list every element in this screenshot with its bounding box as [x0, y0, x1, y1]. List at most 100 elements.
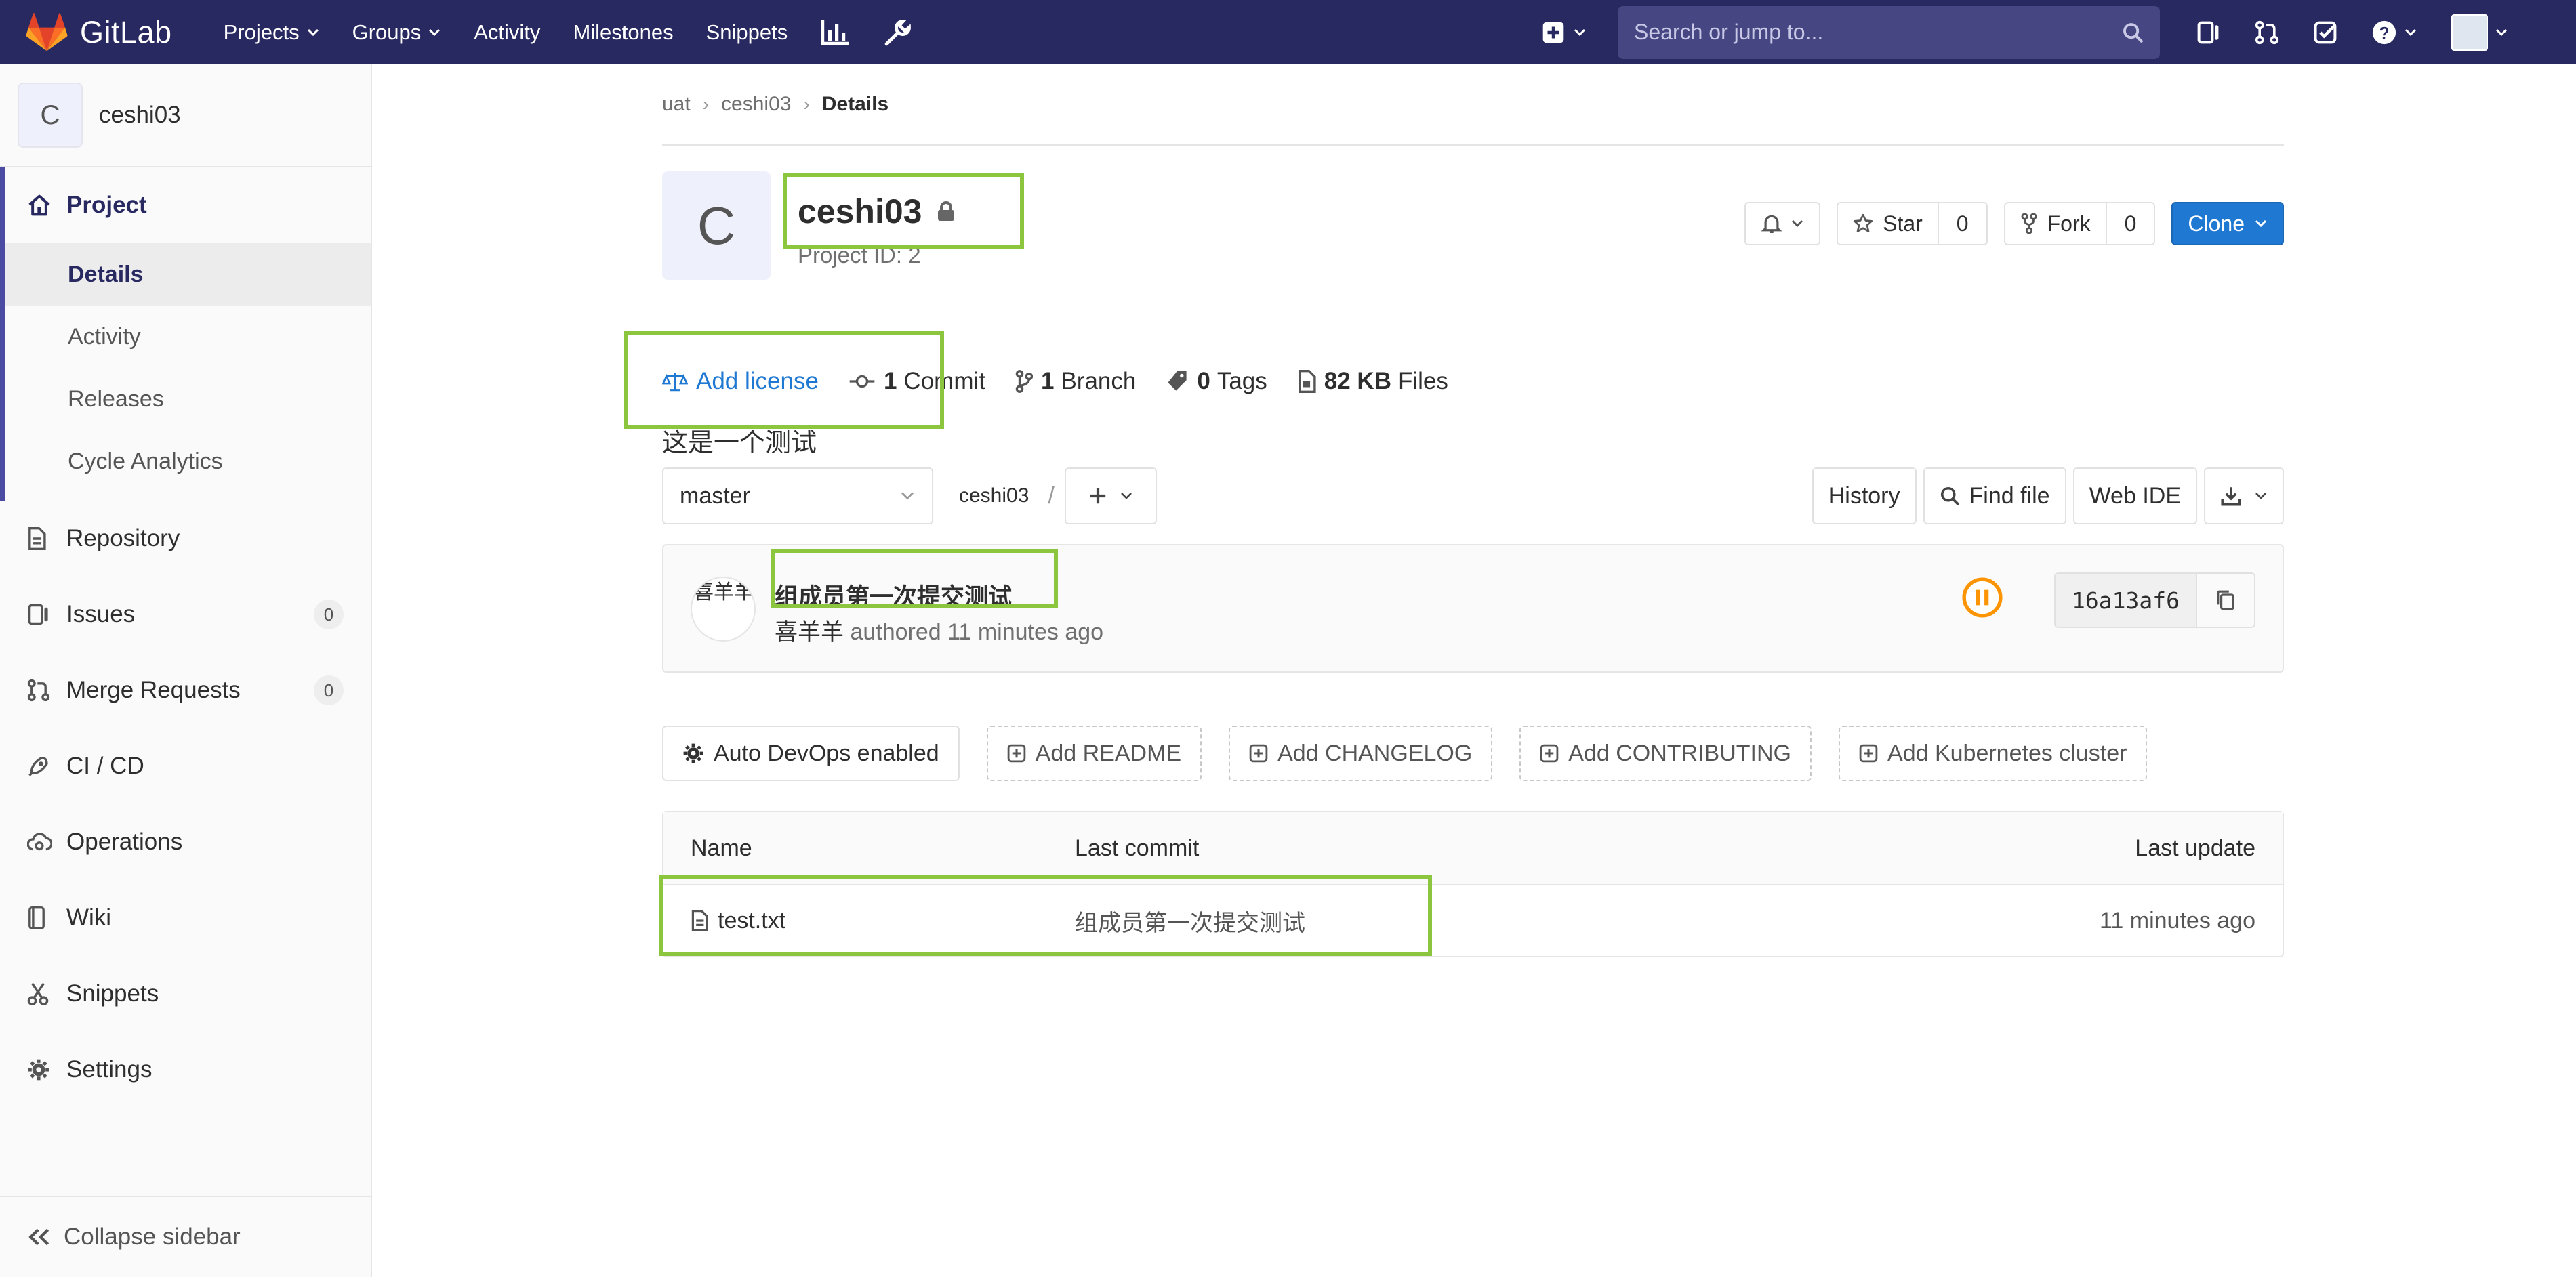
- sidebar-item-label: Settings: [66, 1056, 152, 1083]
- star-count[interactable]: 0: [1938, 202, 1988, 245]
- add-contributing-button[interactable]: Add CONTRIBUTING: [1519, 726, 1812, 781]
- project-avatar: C: [18, 83, 83, 148]
- sidebar-sub-cycle-analytics[interactable]: Cycle Analytics: [5, 430, 371, 493]
- fork-count[interactable]: 0: [2106, 202, 2156, 245]
- branches-link[interactable]: 1 Branch: [1015, 368, 1136, 395]
- sidebar-item-snippets[interactable]: Snippets: [0, 956, 371, 1032]
- merge-request-icon[interactable]: [2255, 20, 2279, 45]
- gear-icon: [682, 742, 704, 764]
- star-icon: [1853, 213, 1873, 234]
- star-button[interactable]: Star: [1837, 202, 1939, 245]
- tree-path-root[interactable]: ceshi03: [959, 484, 1029, 507]
- issues-icon[interactable]: [2196, 20, 2221, 45]
- sidebar-item-merge-requests[interactable]: Merge Requests 0: [0, 652, 371, 728]
- files-size: 82 KB: [1324, 368, 1391, 394]
- tags-link[interactable]: 0 Tags: [1166, 368, 1267, 395]
- sidebar-item-settings[interactable]: Settings: [0, 1032, 371, 1108]
- breadcrumb-separator-icon: ›: [803, 93, 810, 114]
- merge-request-icon: [27, 679, 57, 702]
- header-name: Name: [691, 835, 752, 861]
- branch-dropdown[interactable]: master: [662, 467, 933, 524]
- issues-count-badge: 0: [314, 600, 344, 629]
- commit-author-avatar[interactable]: 喜羊羊: [691, 577, 756, 642]
- help-dropdown[interactable]: ?: [2371, 20, 2417, 45]
- chart-icon[interactable]: [820, 19, 850, 46]
- auto-devops-button[interactable]: Auto DevOps enabled: [662, 726, 960, 781]
- project-quick-actions: Auto DevOps enabled Add README Add CHANG…: [662, 726, 2174, 781]
- search-icon: [2122, 22, 2144, 43]
- path-separator: /: [1048, 482, 1055, 509]
- new-item-dropdown[interactable]: [1542, 21, 1587, 44]
- home-icon: [27, 194, 57, 217]
- nav-snippets[interactable]: Snippets: [706, 20, 788, 45]
- sidebar-item-label: Snippets: [66, 980, 159, 1007]
- commit-sha[interactable]: 16a13af6: [2054, 572, 2197, 628]
- find-file-button[interactable]: Find file: [1923, 467, 2066, 524]
- sidebar-item-label: CI / CD: [66, 753, 144, 779]
- copy-sha-button[interactable]: [2197, 572, 2255, 628]
- chevron-down-icon: [2254, 219, 2268, 228]
- files-link[interactable]: 82 KB Files: [1297, 368, 1448, 395]
- add-to-tree-dropdown[interactable]: [1065, 467, 1157, 524]
- sidebar-project-header[interactable]: C ceshi03: [0, 64, 371, 167]
- breadcrumb-uat[interactable]: uat: [662, 93, 691, 116]
- sidebar-sub-activity[interactable]: Activity: [5, 306, 371, 368]
- plus-square-icon: [1859, 744, 1878, 763]
- add-readme-button[interactable]: Add README: [986, 726, 1202, 781]
- download-icon: [2220, 485, 2242, 507]
- gitlab-home-link[interactable]: GitLab: [26, 12, 172, 52]
- sidebar-item-issues[interactable]: Issues 0: [0, 577, 371, 652]
- tree-toolbar: master ceshi03 / History Find file Web I…: [662, 467, 2284, 524]
- nav-groups[interactable]: Groups: [352, 20, 442, 45]
- sidebar-sub-details[interactable]: Details: [5, 243, 371, 306]
- sidebar-item-ci-cd[interactable]: CI / CD: [0, 728, 371, 804]
- collapse-sidebar-label: Collapse sidebar: [64, 1223, 241, 1250]
- search-input[interactable]: Search or jump to...: [1618, 5, 2160, 59]
- header-last-commit: Last commit: [1075, 835, 1200, 861]
- add-kubernetes-cluster-button[interactable]: Add Kubernetes cluster: [1839, 726, 2148, 781]
- fork-button[interactable]: Fork: [2003, 202, 2107, 245]
- todo-check-icon[interactable]: [2313, 20, 2337, 45]
- chevron-down-icon: [1120, 491, 1133, 501]
- file-last-update: 11 minutes ago: [2100, 907, 2255, 934]
- clone-button[interactable]: Clone: [2171, 202, 2284, 245]
- sidebar-item-label: Merge Requests: [66, 677, 241, 703]
- history-button[interactable]: History: [1812, 467, 1917, 524]
- pipeline-paused-icon[interactable]: [1961, 577, 2003, 619]
- double-chevron-left-icon: [27, 1227, 52, 1247]
- sidebar-item-project[interactable]: Project: [5, 167, 371, 243]
- sidebar-item-repository[interactable]: Repository: [0, 501, 371, 577]
- rocket-icon: [27, 755, 57, 778]
- add-changelog-label: Add CHANGELOG: [1277, 740, 1473, 766]
- help-icon: ?: [2371, 20, 2397, 45]
- user-menu-dropdown[interactable]: [2451, 14, 2508, 51]
- web-ide-button[interactable]: Web IDE: [2072, 467, 2197, 524]
- breadcrumb-details[interactable]: Details: [822, 93, 888, 116]
- collapse-sidebar-button[interactable]: Collapse sidebar: [0, 1196, 371, 1277]
- nav-groups-label: Groups: [352, 20, 422, 44]
- sidebar-sub-releases[interactable]: Releases: [5, 368, 371, 430]
- plus-icon: [1088, 486, 1107, 505]
- scissors-icon: [27, 982, 57, 1005]
- download-dropdown[interactable]: [2204, 467, 2284, 524]
- nav-projects[interactable]: Projects: [224, 20, 320, 45]
- branch-name: master: [680, 482, 750, 509]
- nav-milestones[interactable]: Milestones: [573, 20, 673, 45]
- bell-icon: [1761, 213, 1782, 234]
- breadcrumb-ceshi03[interactable]: ceshi03: [721, 93, 791, 116]
- sidebar-item-wiki[interactable]: Wiki: [0, 880, 371, 956]
- add-readme-label: Add README: [1035, 740, 1182, 766]
- branches-count: 1: [1040, 368, 1055, 394]
- commit-author-link[interactable]: 喜羊羊: [775, 619, 844, 645]
- notification-dropdown[interactable]: [1744, 202, 1821, 245]
- tree-path: ceshi03 /: [959, 467, 1055, 524]
- highlight-box-description: [624, 331, 944, 429]
- nav-activity[interactable]: Activity: [474, 20, 540, 45]
- add-changelog-button[interactable]: Add CHANGELOG: [1229, 726, 1493, 781]
- sidebar-item-operations[interactable]: Operations: [0, 804, 371, 880]
- sidebar-item-label: Project: [66, 192, 147, 218]
- plus-square-icon: [1542, 21, 1565, 44]
- gear-icon: [27, 1058, 57, 1081]
- wrench-icon[interactable]: [884, 18, 912, 47]
- header-last-update: Last update: [2135, 835, 2255, 861]
